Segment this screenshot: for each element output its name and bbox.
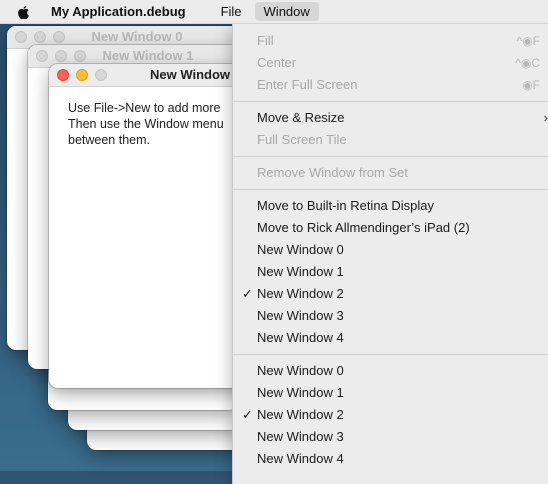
menu-item-fill: Fill ^◉F	[233, 30, 548, 52]
menu-item-move-ipad[interactable]: Move to Rick Allmendinger’s iPad (2)	[233, 217, 548, 239]
window-title: New Window	[150, 67, 231, 82]
menu-item-label: New Window 4	[257, 451, 344, 466]
menu-item-remove-window: Remove Window from Set	[233, 162, 548, 184]
menu-item-window-checked[interactable]: ✓ New Window 2	[233, 283, 548, 305]
menu-item-label: Center	[257, 55, 297, 70]
window-title: New Window 0	[91, 29, 183, 44]
menu-item-label: New Window 2	[257, 286, 344, 301]
shortcut-label: ^◉F	[516, 34, 540, 48]
menu-item-label: Move & Resize	[257, 110, 345, 125]
menu-separator	[233, 354, 548, 355]
checkmark-icon: ✓	[242, 286, 253, 301]
window-title: New Window 1	[102, 48, 194, 63]
file-menu[interactable]: File	[212, 2, 251, 21]
menu-item-enter-full-screen: Enter Full Screen ◉F	[233, 74, 548, 96]
menu-item-label: New Window 1	[257, 264, 344, 279]
menu-item-label: Fill	[257, 33, 274, 48]
menu-item-window[interactable]: New Window 0	[233, 239, 548, 261]
menu-item-label: Move to Rick Allmendinger’s iPad (2)	[257, 220, 470, 235]
close-icon[interactable]	[15, 31, 27, 43]
menu-item-label: New Window 3	[257, 308, 344, 323]
menu-item-label: New Window 1	[257, 385, 344, 400]
menu-item-move-resize[interactable]: Move & Resize ›	[233, 107, 548, 129]
menu-item-label: New Window 0	[257, 242, 344, 257]
menu-item-window[interactable]: New Window 3	[233, 426, 548, 448]
menu-separator	[233, 156, 548, 157]
menu-item-label: New Window 0	[257, 363, 344, 378]
close-icon[interactable]	[36, 50, 48, 62]
menu-item-label: New Window 2	[257, 407, 344, 422]
menu-item-window[interactable]: New Window 0	[233, 360, 548, 382]
zoom-icon[interactable]	[74, 50, 86, 62]
menu-separator	[233, 189, 548, 190]
close-icon[interactable]	[57, 69, 69, 81]
menu-item-full-screen-tile: Full Screen Tile	[233, 129, 548, 151]
menu-separator	[233, 101, 548, 102]
window-menu[interactable]: Window	[254, 2, 319, 21]
checkmark-icon: ✓	[242, 407, 253, 422]
menu-item-label: Full Screen Tile	[257, 132, 347, 147]
menu-item-label: New Window 3	[257, 429, 344, 444]
menu-item-center: Center ^◉C	[233, 52, 548, 74]
zoom-icon[interactable]	[53, 31, 65, 43]
menu-item-window-checked[interactable]: ✓ New Window 2	[233, 404, 548, 426]
chevron-right-icon: ›	[543, 110, 548, 125]
shortcut-label: ^◉C	[515, 56, 540, 70]
menu-item-label: Enter Full Screen	[257, 77, 358, 92]
menu-item-window[interactable]: New Window 4	[233, 327, 548, 349]
shortcut-label: ◉F	[522, 78, 540, 92]
minimize-icon[interactable]	[34, 31, 46, 43]
menu-item-label: Move to Built-in Retina Display	[257, 198, 435, 213]
menu-item-label: New Window 4	[257, 330, 344, 345]
minimize-icon[interactable]	[55, 50, 67, 62]
menu-item-label: Remove Window from Set	[257, 165, 408, 180]
menu-item-move-retina[interactable]: Move to Built-in Retina Display	[233, 195, 548, 217]
menu-item-window[interactable]: New Window 4	[233, 448, 548, 470]
zoom-icon[interactable]	[95, 69, 107, 81]
menu-item-window[interactable]: New Window 1	[233, 261, 548, 283]
menu-bar: My Application.debug File Window	[0, 0, 548, 24]
minimize-icon[interactable]	[76, 69, 88, 81]
app-menu[interactable]: My Application.debug	[51, 4, 186, 19]
menu-item-window[interactable]: New Window 1	[233, 382, 548, 404]
window-menu-dropdown: Fill ^◉F Center ^◉C Enter Full Screen ◉F Mo…	[232, 24, 548, 484]
menu-item-window[interactable]: New Window 3	[233, 305, 548, 327]
apple-logo-icon[interactable]	[16, 4, 32, 20]
